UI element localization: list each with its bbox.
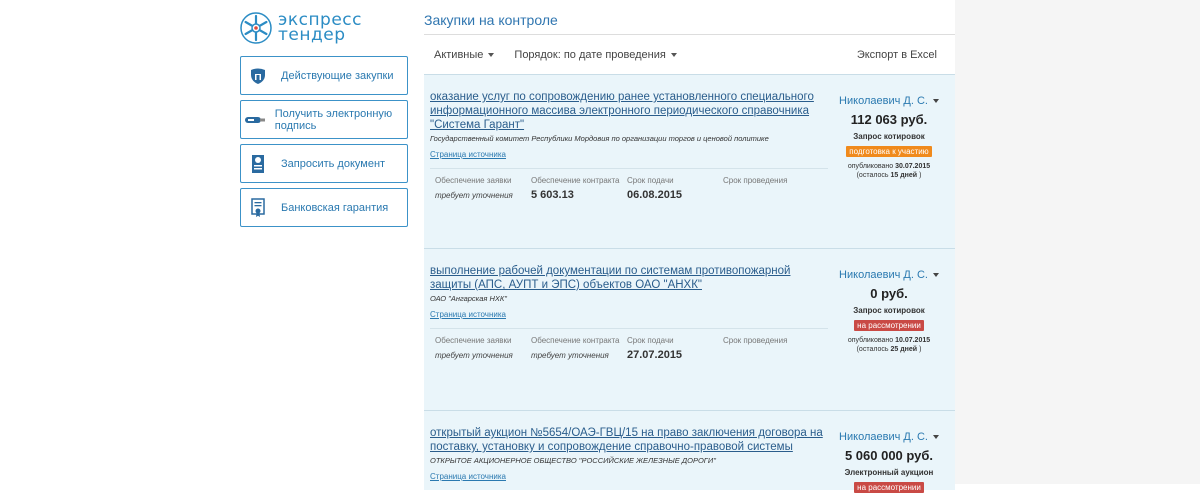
filter-label: Активные	[434, 49, 484, 61]
sidebar-item-label: Запросить документ	[281, 157, 386, 170]
tender-card: выполнение рабочей документации по систе…	[424, 248, 955, 410]
export-excel-link[interactable]: Экспорт в Excel	[857, 49, 937, 61]
field-deadline: Срок подачи 27.07.2015	[627, 329, 723, 361]
brand-name: экспресс тендер	[278, 12, 362, 45]
certificate-icon	[251, 197, 265, 217]
tender-kind: Запрос котировок	[853, 306, 925, 315]
sidebar-item-bank-guarantee[interactable]: Банковская гарантия	[240, 188, 408, 227]
field-value: требует уточнения	[435, 351, 513, 360]
field-deadline: Срок подачи 06.08.2015	[627, 169, 723, 201]
field-label: Обеспечение заявки	[435, 336, 512, 345]
field-label: Обеспечение контракта	[531, 176, 620, 185]
tender-fields: Обеспечение заявки требует уточнения Обе…	[430, 328, 828, 361]
sidebar-item-request-document[interactable]: Запросить документ	[240, 144, 408, 183]
manager-dropdown[interactable]: Николаевич Д. С.	[829, 431, 949, 443]
field-value: требует уточнения	[531, 351, 609, 360]
filter-dropdown[interactable]: Активные	[434, 49, 495, 61]
manager-name: Николаевич Д. С.	[839, 269, 928, 281]
brand-logo[interactable]: экспресс тендер	[240, 11, 362, 45]
document-seal-icon	[252, 154, 264, 173]
page-title: Закупки на контроле	[424, 12, 558, 28]
caret-down-icon	[488, 53, 495, 58]
source-page-link[interactable]: Страница источника	[430, 472, 506, 481]
field-contract-security: Обеспечение контракта требует уточнения	[531, 329, 627, 361]
tender-card: оказание услуг по сопровождению ранее ус…	[424, 74, 955, 248]
tender-fields: Обеспечение заявки требует уточнения Обе…	[430, 168, 828, 201]
sidebar-item-get-signature[interactable]: Получить электронную подпись	[240, 100, 408, 139]
published-info: опубликовано 30.07.2015 (осталось 15 дне…	[847, 163, 931, 179]
field-value: 5 603.13	[531, 189, 574, 201]
manager-name: Николаевич Д. С.	[839, 431, 928, 443]
caret-down-icon	[670, 53, 677, 58]
tender-list: оказание услуг по сопровождению ранее ус…	[424, 74, 955, 493]
sort-dropdown[interactable]: Порядок: по дате проведения	[514, 49, 677, 61]
field-label: Срок подачи	[627, 336, 674, 345]
field-deposit: Обеспечение заявки требует уточнения	[435, 329, 531, 361]
field-label: Срок подачи	[627, 176, 674, 185]
source-page-link[interactable]: Страница источника	[430, 310, 506, 319]
tender-kind: Запрос котировок	[853, 132, 925, 141]
tender-summary: Николаевич Д. С. 112 063 руб. Запрос кот…	[829, 95, 949, 180]
tender-organization: ОАО "Ангарская НХК"	[430, 294, 507, 303]
field-label: Обеспечение контракта	[531, 336, 620, 345]
snowflake-logo-icon	[240, 12, 272, 44]
tender-price: 0 руб.	[870, 286, 908, 301]
tender-organization: ОТКРЫТОЕ АКЦИОНЕРНОЕ ОБЩЕСТВО "РОССИЙСКИ…	[430, 456, 716, 465]
status-badge: подготовка к участию	[846, 146, 932, 157]
caret-down-icon	[932, 99, 939, 104]
brand-line-2: тендер	[278, 25, 346, 45]
field-value: требует уточнения	[435, 191, 513, 200]
caret-down-icon	[932, 273, 939, 278]
sort-label: Порядок: по дате проведения	[514, 49, 666, 61]
usb-token-icon	[244, 116, 265, 123]
tender-summary: Николаевич Д. С. 0 руб. Запрос котировок…	[829, 269, 949, 354]
field-value: 06.08.2015	[627, 189, 683, 201]
sidebar-item-active-purchases[interactable]: Действующие закупки	[240, 56, 408, 95]
manager-dropdown[interactable]: Николаевич Д. С.	[829, 95, 949, 107]
tender-title-link[interactable]: выполнение рабочей документации по систе…	[430, 264, 825, 292]
sidebar-item-label: Действующие закупки	[281, 69, 394, 82]
right-gutter	[955, 0, 1200, 484]
source-page-link[interactable]: Страница источника	[430, 150, 506, 159]
title-divider	[424, 34, 955, 35]
field-deposit: Обеспечение заявки требует уточнения	[435, 169, 531, 201]
tender-price: 112 063 руб.	[850, 112, 928, 127]
field-label: Срок проведения	[723, 336, 788, 345]
caret-down-icon	[932, 435, 939, 440]
tender-organization: Государственный комитет Республики Мордо…	[430, 134, 769, 143]
field-hold-date: Срок проведения	[723, 329, 819, 361]
field-label: Срок проведения	[723, 176, 788, 185]
tender-summary: Николаевич Д. С. 5 060 000 руб. Электрон…	[829, 431, 949, 495]
field-label: Обеспечение заявки	[435, 176, 512, 185]
manager-name: Николаевич Д. С.	[839, 95, 928, 107]
status-badge: на рассмотрении	[854, 320, 924, 331]
sidebar: Действующие закупки Получить электронную…	[240, 56, 408, 232]
shield-icon	[251, 68, 265, 84]
sidebar-item-label: Банковская гарантия	[281, 201, 389, 214]
tender-title-link[interactable]: открытый аукцион №5654/ОАЭ-ГВЦ/15 на пра…	[430, 426, 825, 454]
sidebar-item-label: Получить электронную подпись	[274, 107, 393, 132]
tender-price: 5 060 000 руб.	[844, 448, 934, 463]
field-value: 27.07.2015	[627, 349, 683, 361]
manager-dropdown[interactable]: Николаевич Д. С.	[829, 269, 949, 281]
toolbar: Активные Порядок: по дате проведения Экс…	[424, 38, 955, 72]
tender-kind: Электронный аукцион	[844, 468, 934, 477]
tender-title-link[interactable]: оказание услуг по сопровождению ранее ус…	[430, 90, 825, 132]
published-info: опубликовано 10.07.2015 (осталось 25 дне…	[847, 337, 931, 353]
field-hold-date: Срок проведения	[723, 169, 819, 201]
field-contract-security: Обеспечение контракта 5 603.13	[531, 169, 627, 201]
tender-card: открытый аукцион №5654/ОАЭ-ГВЦ/15 на пра…	[424, 410, 955, 493]
